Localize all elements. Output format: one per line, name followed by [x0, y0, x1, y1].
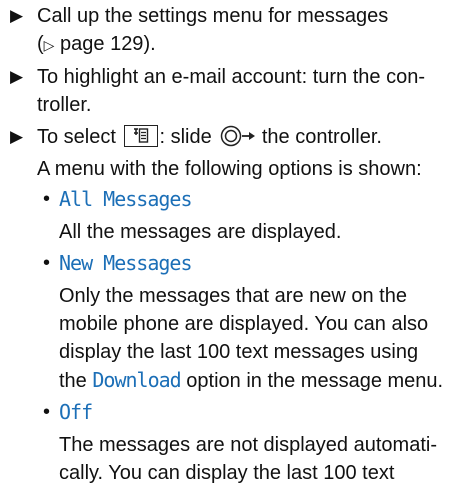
step-arrow-icon: ▶	[10, 127, 24, 146]
option-new-messages: • New Messages	[37, 249, 457, 278]
option-description-line: All the messages are displayed.	[59, 221, 342, 243]
page-reference-icon: ▷	[43, 37, 55, 53]
option-label: Off	[59, 400, 93, 424]
option-description: Only the messages that are new on the mo…	[37, 282, 457, 395]
option-all-messages: • All Messages	[37, 185, 457, 214]
menu-key-icon	[123, 125, 158, 147]
instruction-page: ▶ Call up the settings menu for messages…	[0, 0, 463, 484]
step-3: ▶ To select : slide the controller. A me…	[8, 123, 457, 183]
desc-text: the	[59, 370, 87, 392]
bullet-dot-icon: •	[43, 401, 51, 423]
step-3-line-2: A menu with the following options is sho…	[37, 158, 422, 180]
bullet-dot-icon: •	[43, 252, 51, 274]
paren-open: (	[37, 33, 44, 55]
option-description-line: cally. You can display the last 100 text	[59, 462, 395, 484]
paren-close: ).	[143, 33, 156, 55]
bullet-dot-icon: •	[43, 188, 51, 210]
step-2: ▶ To highlight an e-mail account: turn t…	[8, 63, 457, 119]
step-3-text-b: : slide	[159, 126, 212, 148]
step-arrow-icon: ▶	[10, 6, 24, 25]
page-reference-link[interactable]: page 129	[60, 33, 143, 55]
step-1-line-2: (▷ page 129).	[37, 30, 457, 59]
desc-text: option in the message menu.	[186, 370, 444, 392]
option-description: The messages are not displayed automati-…	[37, 431, 457, 487]
option-label: All Messages	[59, 187, 192, 211]
option-description-line: the Download option in the message menu.	[59, 366, 457, 395]
option-description-line: mobile phone are displayed. You can also	[59, 313, 429, 335]
step-arrow-icon: ▶	[10, 67, 24, 86]
option-description: All the messages are displayed.	[37, 218, 457, 246]
options-list: • All Messages All the messages are disp…	[37, 185, 457, 487]
step-1: ▶ Call up the settings menu for messages…	[8, 2, 457, 59]
step-3-line-1: To select : slide the controller.	[37, 123, 457, 155]
option-description-line: The messages are not displayed automati-	[59, 434, 437, 456]
controller-slide-right-icon	[220, 125, 256, 155]
step-2-line-1: To highlight an e-mail account: turn the…	[37, 66, 425, 88]
step-2-line-2: troller.	[37, 94, 92, 116]
step-1-line-1: Call up the settings menu for messages	[37, 5, 389, 27]
step-3-text-c: the controller.	[261, 126, 382, 148]
option-off: • Off	[37, 398, 457, 427]
option-description-line: Only the messages that are new on the	[59, 285, 407, 307]
step-3-text-a: To select	[37, 126, 116, 148]
download-option-label: Download	[92, 368, 181, 392]
option-label: New Messages	[59, 251, 192, 275]
option-description-line: display the last 100 text messages using	[59, 341, 419, 363]
